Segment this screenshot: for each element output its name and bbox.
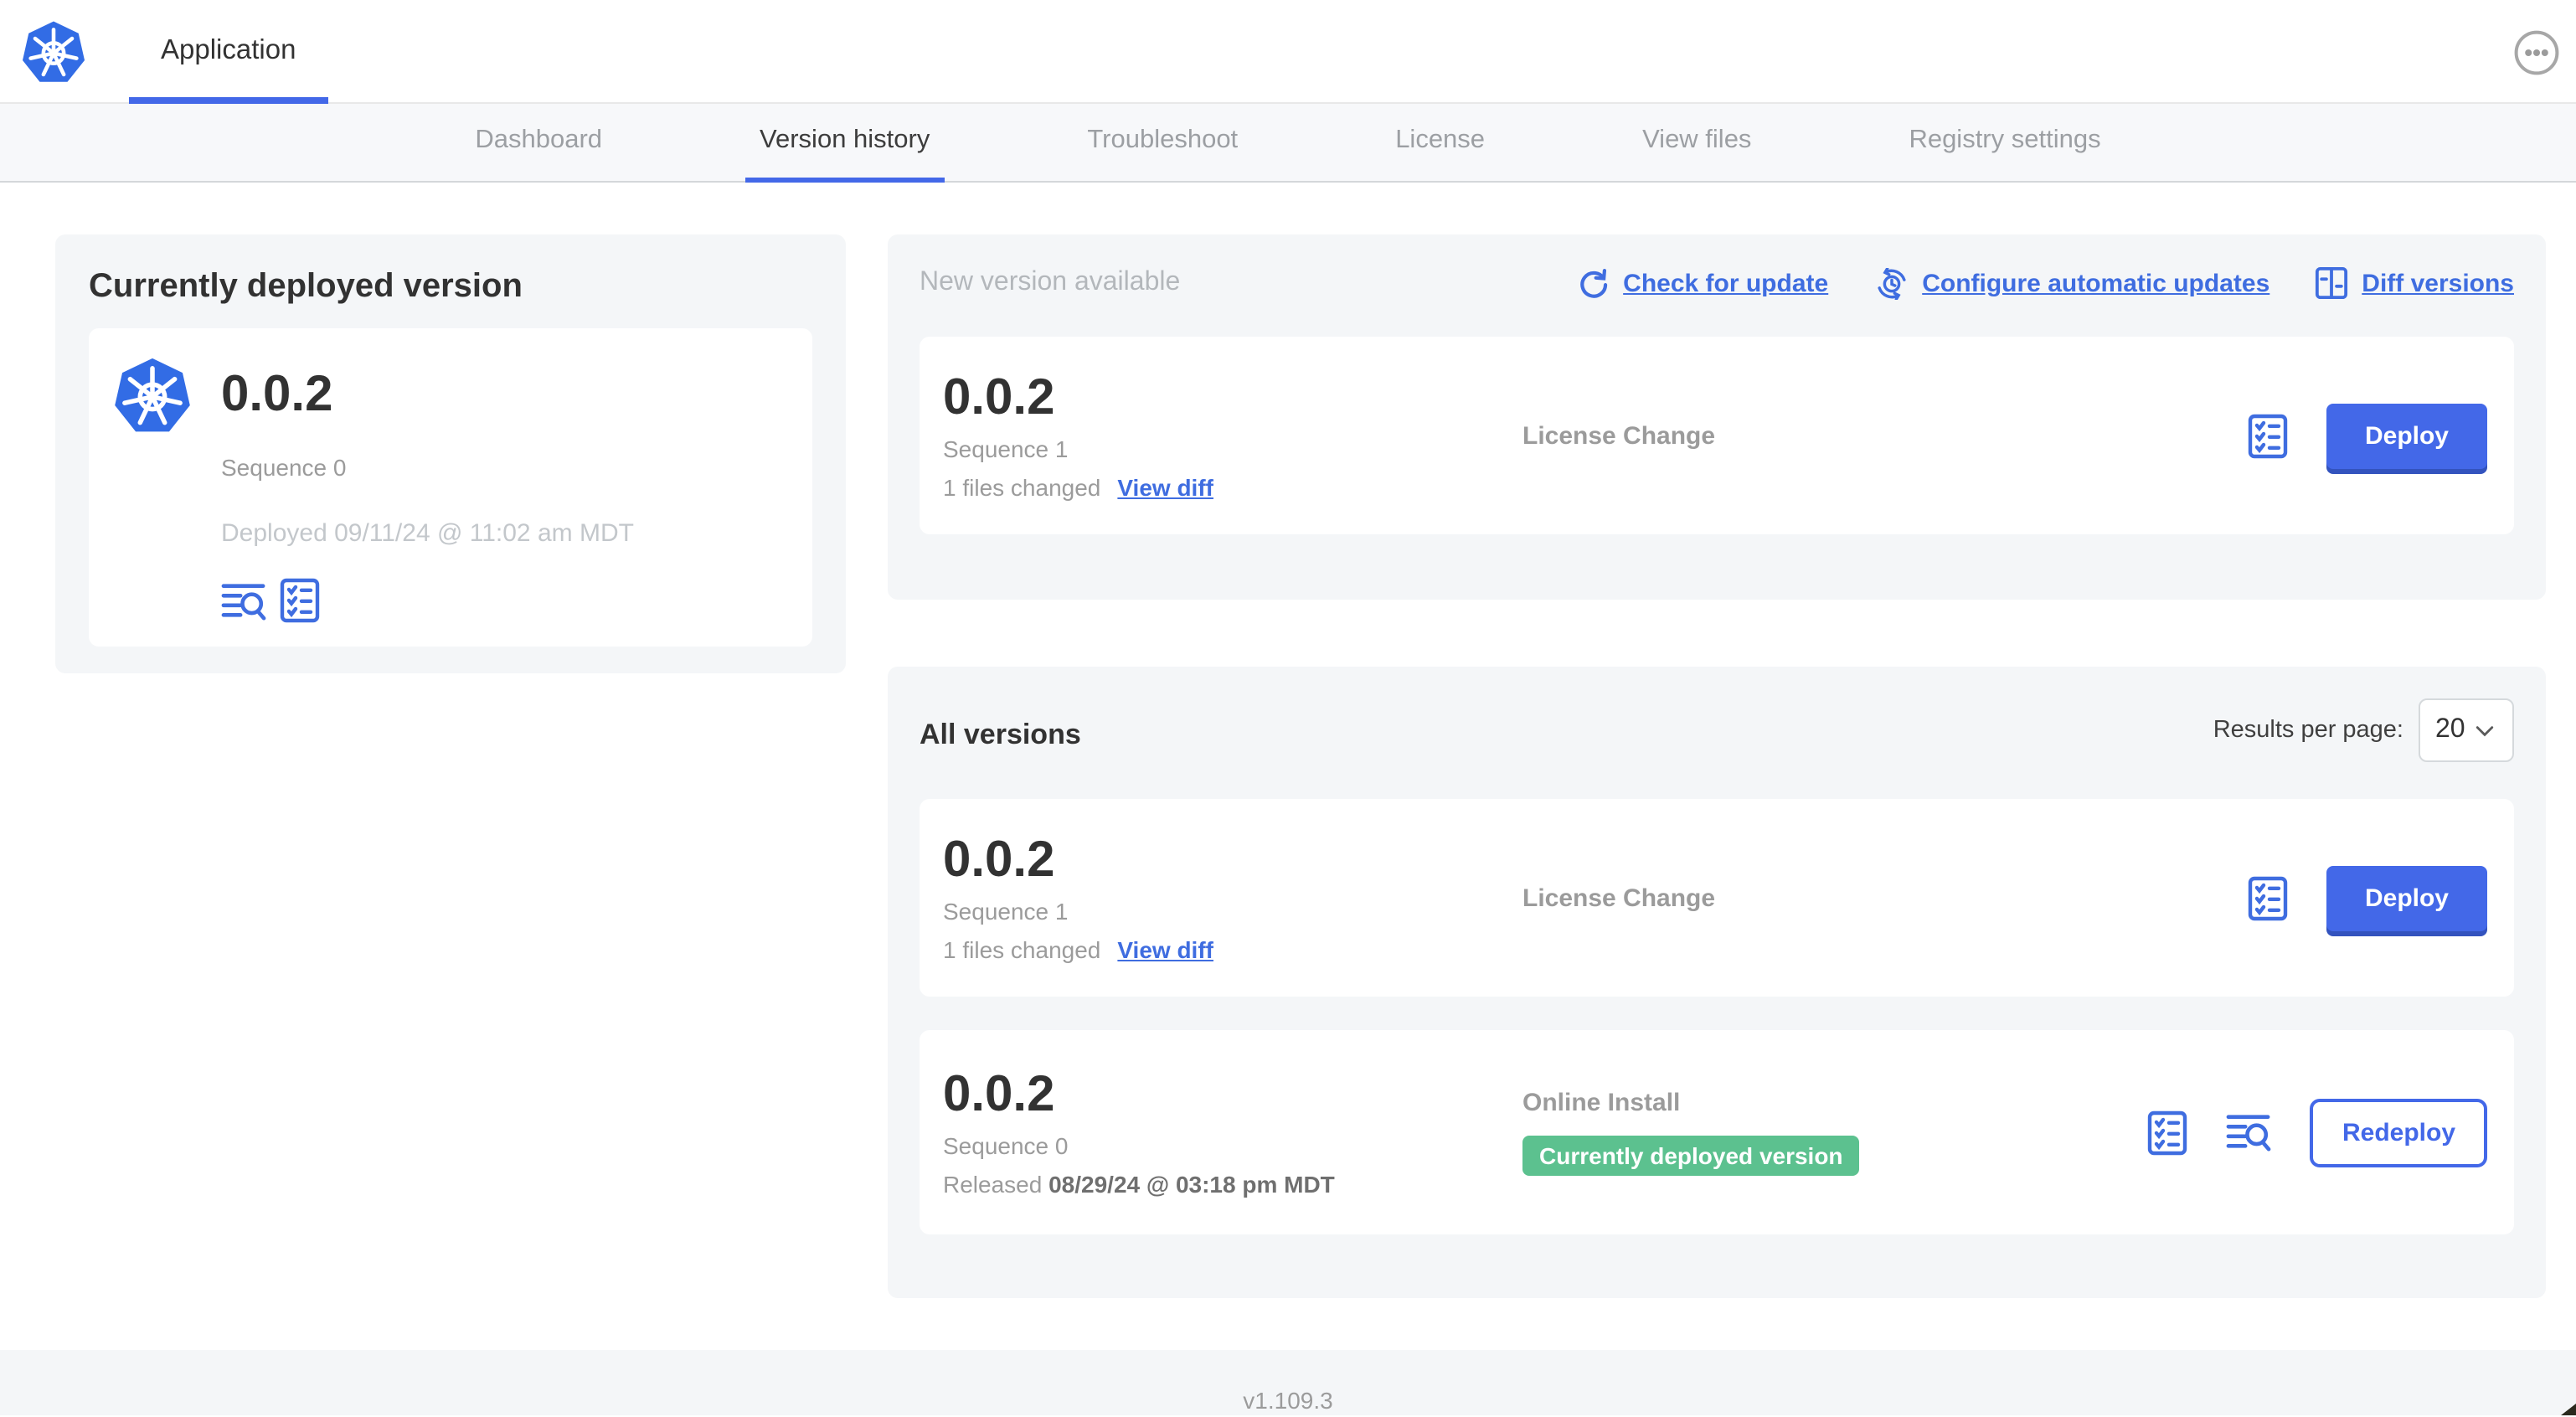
- version-number: 0.0.2: [943, 832, 1055, 887]
- deployed-sequence-label: Sequence 0: [221, 454, 347, 481]
- results-per-page-label: Results per page:: [2213, 717, 2403, 744]
- preflight-checks-button[interactable]: [2148, 1110, 2188, 1155]
- deployed-timestamp: Deployed 09/11/24 @ 11:02 am MDT: [221, 519, 634, 548]
- tab-view-files[interactable]: View files: [1627, 104, 1766, 183]
- checklist-icon: [2248, 413, 2288, 458]
- app-tab-application[interactable]: Application: [129, 0, 328, 104]
- version-released-timestamp: Released 08/29/24 @ 03:18 pm MDT: [943, 1170, 1335, 1197]
- version-source-label: Online Install: [1522, 1089, 1681, 1117]
- logs-magnifier-icon: [221, 583, 266, 620]
- page-footer: v1.109.3: [0, 1350, 2576, 1415]
- files-changed-label: 1 files changed: [943, 473, 1101, 500]
- version-row-sequence-1: 0.0.2 Sequence 1 1 files changed View di…: [920, 799, 2514, 997]
- version-number: 0.0.2: [943, 1066, 1055, 1121]
- ellipsis-icon: [2514, 30, 2559, 75]
- diff-versions-link[interactable]: Diff versions: [2315, 266, 2514, 300]
- tab-registry-settings[interactable]: Registry settings: [1893, 104, 2115, 183]
- configure-automatic-updates-link[interactable]: Configure automatic updates: [1873, 267, 2269, 299]
- view-logs-button[interactable]: [2227, 1110, 2272, 1154]
- results-per-page-select[interactable]: 20: [2419, 698, 2514, 762]
- version-sequence: Sequence 0: [943, 1131, 1069, 1158]
- tab-dashboard[interactable]: Dashboard: [460, 104, 617, 183]
- preflight-checks-button[interactable]: [280, 578, 320, 623]
- diff-icon: [2316, 266, 2348, 300]
- currently-deployed-badge: Currently deployed version: [1522, 1136, 1860, 1176]
- preflight-checks-button[interactable]: [2248, 413, 2288, 458]
- app-title: Application: [161, 35, 296, 65]
- checklist-icon: [2248, 875, 2288, 920]
- view-logs-button[interactable]: [221, 579, 266, 622]
- currently-deployed-panel: Currently deployed version 0.0.2 Sequenc…: [55, 234, 846, 673]
- console-version-label: v1.109.3: [1243, 1387, 1333, 1414]
- admin-console-page: Application Dashboard Version history Tr…: [0, 0, 2576, 1415]
- check-for-update-link[interactable]: Check for update: [1578, 267, 1828, 299]
- app-tab-active-underline: [129, 97, 328, 104]
- tab-troubleshoot[interactable]: Troubleshoot: [1072, 104, 1253, 183]
- version-row-sequence-0: 0.0.2 Sequence 0 Released 08/29/24 @ 03:…: [920, 1030, 2514, 1234]
- screen-corner-artifact: [2561, 1404, 2576, 1415]
- refresh-icon: [1580, 267, 1608, 297]
- all-versions-panel: All versions Results per page: 20 0.0.2 …: [888, 667, 2546, 1298]
- version-sequence: Sequence 1: [943, 435, 1069, 461]
- logs-magnifier-icon: [2227, 1115, 2272, 1152]
- version-source-label: License Change: [1522, 421, 1716, 450]
- new-version-card: 0.0.2 Sequence 1 1 files changed View di…: [920, 337, 2514, 534]
- new-version-title: New version available: [920, 268, 1181, 296]
- currently-deployed-title: Currently deployed version: [89, 268, 523, 305]
- deploy-button[interactable]: Deploy: [2326, 865, 2487, 930]
- app-header: Application: [0, 0, 2576, 104]
- version-number: 0.0.2: [943, 369, 1055, 425]
- new-version-panel: New version available Check for update C…: [888, 234, 2546, 600]
- deploy-button[interactable]: Deploy: [2326, 403, 2487, 468]
- auto-update-clock-icon: [1877, 267, 1905, 299]
- preflight-checks-button[interactable]: [2248, 875, 2288, 920]
- app-version-kubernetes-icon: [114, 357, 191, 434]
- chevron-down-icon: [2476, 725, 2493, 736]
- view-diff-link[interactable]: View diff: [1117, 935, 1213, 962]
- checklist-icon: [2148, 1110, 2188, 1155]
- all-versions-title: All versions: [920, 719, 1081, 750]
- files-changed-label: 1 files changed: [943, 935, 1101, 962]
- view-diff-link[interactable]: View diff: [1117, 473, 1213, 500]
- version-source-label: License Change: [1522, 884, 1716, 912]
- checklist-icon: [280, 578, 320, 623]
- tab-version-history[interactable]: Version history: [744, 104, 945, 183]
- currently-deployed-card: 0.0.2 Sequence 0 Deployed 09/11/24 @ 11:…: [89, 328, 812, 647]
- version-sequence: Sequence 1: [943, 897, 1069, 924]
- main-content: Currently deployed version 0.0.2 Sequenc…: [0, 183, 2576, 1298]
- deployed-version-number: 0.0.2: [221, 367, 333, 422]
- overflow-menu-button[interactable]: [2514, 30, 2559, 75]
- tab-license[interactable]: License: [1380, 104, 1500, 183]
- kubernetes-logo-icon: [22, 19, 85, 83]
- app-subnav: Dashboard Version history Troubleshoot L…: [0, 104, 2576, 183]
- redeploy-button[interactable]: Redeploy: [2310, 1098, 2487, 1167]
